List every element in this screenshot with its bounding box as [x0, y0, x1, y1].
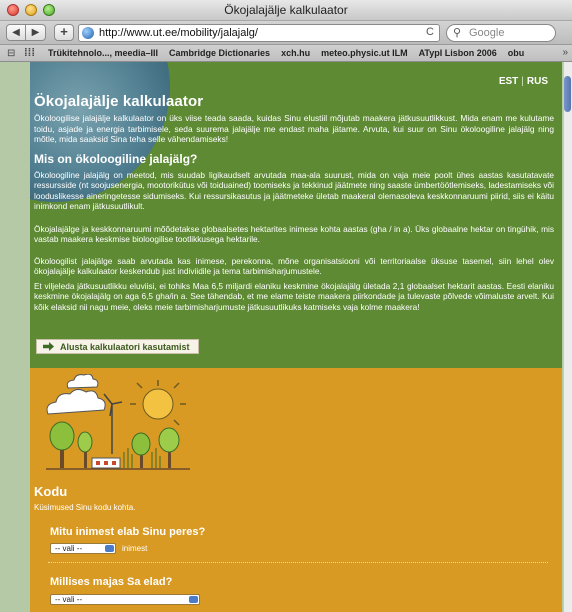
vertical-scrollbar[interactable]: [563, 62, 572, 612]
add-bookmark-button[interactable]: +: [54, 24, 74, 41]
search-icon: ⚲: [453, 27, 462, 39]
section-heading: Mis on ökoloogiline jalajälg?: [34, 152, 198, 166]
household-size-select-value: -- vali --: [55, 544, 83, 553]
forward-button[interactable]: ▶: [26, 24, 46, 41]
home-section-subtitle: Küsimused Sinu kodu kohta.: [34, 503, 136, 512]
browser-toolbar: ◀ ▶ + http://www.ut.ee/mobility/jalajalg…: [0, 21, 572, 45]
address-bar[interactable]: http://www.ut.ee/mobility/jalajalg/ C: [78, 24, 440, 42]
wind-turbine-icon: [103, 393, 123, 454]
bookmark-item[interactable]: Cambridge Dictionaries: [169, 48, 270, 58]
select-stepper-icon: [105, 545, 114, 552]
bookmark-item[interactable]: meteo.physic.ut ILM: [321, 48, 408, 58]
reload-icon[interactable]: C: [426, 26, 434, 38]
bookmark-item[interactable]: Trükitehnolo..., meedia–III: [48, 48, 158, 58]
search-placeholder[interactable]: Google: [469, 27, 504, 39]
start-calculator-button[interactable]: Alusta kalkulaatori kasutamist: [36, 339, 199, 354]
home-illustration: [46, 374, 190, 470]
lang-rus-link[interactable]: RUS: [527, 76, 548, 87]
household-size-select[interactable]: -- vali --: [50, 543, 116, 554]
house-type-question: Millises majas Sa elad?: [50, 576, 173, 588]
bookmark-item[interactable]: obu: [508, 48, 525, 58]
question-divider: [48, 562, 548, 563]
household-size-question: Mitu inimest elab Sinu peres?: [50, 526, 206, 538]
home-section: Kodu Küsimused Sinu kodu kohta. Mitu ini…: [30, 368, 562, 612]
language-switcher: EST | RUS: [499, 76, 548, 87]
house-type-select-value: -- vali --: [55, 595, 83, 604]
bookmark-list: Trükitehnolo..., meedia–III Cambridge Di…: [48, 48, 524, 58]
scrollbar-thumb[interactable]: [564, 76, 571, 112]
top-sites-grid-icon[interactable]: ⁞⁞⁞: [24, 47, 35, 59]
household-size-unit: inimest: [122, 544, 148, 553]
search-field[interactable]: ⚲ Google: [446, 24, 556, 42]
page-viewport: EST | RUS Ökojalajälje kalkulaator Ökoloog…: [0, 62, 572, 612]
window-titlebar: Ökojalajälje kalkulaator: [0, 0, 572, 21]
house-icon: [91, 457, 121, 469]
bookmarks-overflow-button[interactable]: »: [562, 47, 568, 58]
bookmark-item[interactable]: ATypI Lisbon 2006: [419, 48, 497, 58]
intro-text: Ökoloogilise jalajälje kalkulaator on ük…: [34, 113, 554, 145]
bookmarks-bar: ⊟ ⁞⁞⁞ Trükitehnolo..., meedia–III Cambri…: [0, 45, 572, 62]
start-calculator-label: Alusta kalkulaatori kasutamist: [60, 341, 190, 352]
bookmark-item[interactable]: xch.hu: [281, 48, 310, 58]
paragraph: Ökoloogilist jalajälge saab arvutada kas…: [34, 256, 554, 277]
page-content: EST | RUS Ökojalajälje kalkulaator Ökoloog…: [30, 62, 562, 612]
paragraph: Ökoloogiline jalajälg on meetod, mis suu…: [34, 170, 554, 212]
bookmarks-book-icon[interactable]: ⊟: [7, 48, 15, 59]
intro-section: EST | RUS Ökojalajälje kalkulaator Ökoloog…: [30, 62, 562, 368]
globe-icon: [82, 27, 94, 39]
house-type-select[interactable]: -- vali --: [50, 594, 200, 605]
cloud-icon: [46, 374, 106, 415]
back-button[interactable]: ◀: [6, 24, 26, 41]
lang-est-link[interactable]: EST: [499, 76, 518, 87]
address-text[interactable]: http://www.ut.ee/mobility/jalajalg/: [99, 27, 258, 39]
sun-icon: [130, 380, 186, 426]
paragraph: Et viljeleda jätkusuutlikku eluviisi, ei…: [34, 281, 554, 312]
paragraph: Ökojalajälge ja keskkonnaruumi mõõdetaks…: [34, 224, 554, 245]
home-section-title: Kodu: [34, 484, 68, 499]
select-stepper-icon: [189, 596, 198, 603]
arrow-right-icon: [43, 342, 54, 351]
lang-separator: |: [521, 76, 524, 87]
window-title: Ökojalajälje kalkulaator: [224, 3, 348, 17]
page-title: Ökojalajälje kalkulaator: [34, 93, 204, 110]
